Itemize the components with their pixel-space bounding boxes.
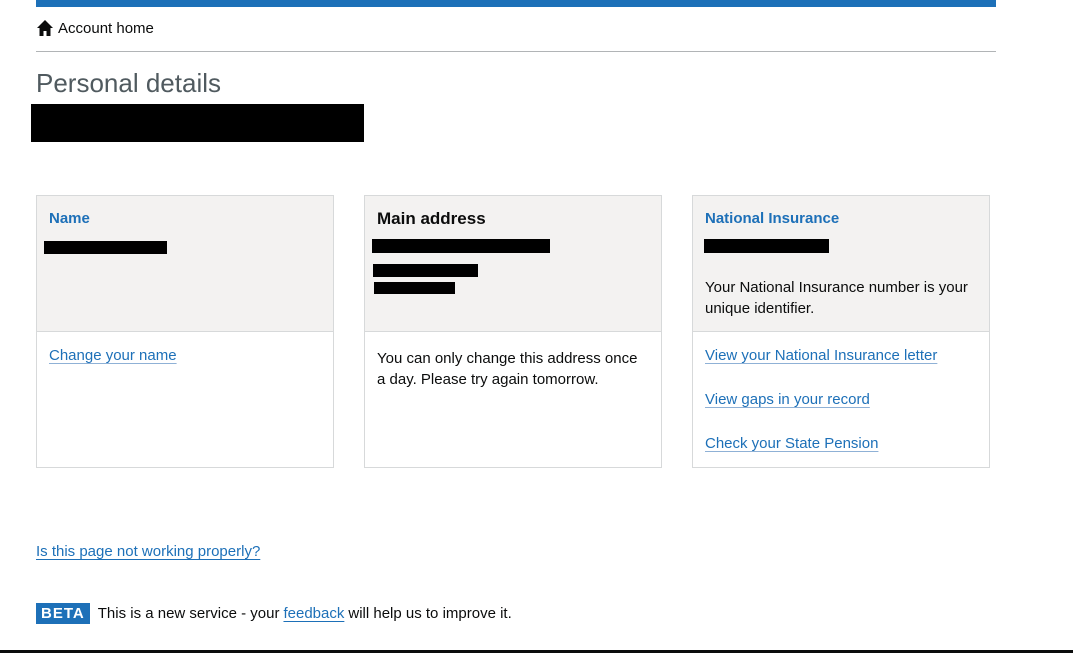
change-name-link[interactable]: Change your name (49, 346, 177, 366)
address-card: Main address You can only change this ad… (364, 195, 662, 468)
redacted-name-value (44, 241, 167, 254)
ni-description: Your National Insurance number is your u… (705, 279, 968, 317)
redacted-full-name (31, 104, 364, 142)
report-problem-link[interactable]: Is this page not working properly? (36, 542, 260, 562)
redacted-ni-number (704, 239, 829, 253)
redacted-address-line-3 (374, 282, 455, 294)
ni-card-heading-link[interactable]: National Insurance (705, 209, 839, 229)
view-ni-letter-link[interactable]: View your National Insurance letter (705, 346, 937, 366)
address-change-notice: You can only change this address once a … (377, 350, 638, 388)
home-icon (36, 19, 54, 37)
name-card-summary: Name (37, 196, 333, 332)
redacted-address-line-1 (372, 239, 550, 253)
name-card-heading-link[interactable]: Name (49, 209, 90, 229)
ni-card-summary: National Insurance Your National Insuran… (693, 196, 989, 332)
redacted-address-line-2 (373, 264, 478, 277)
breadcrumb-label: Account home (58, 19, 154, 37)
beta-tag: BETA (36, 603, 90, 624)
view-record-gaps-link[interactable]: View gaps in your record (705, 390, 870, 410)
national-insurance-card: National Insurance Your National Insuran… (692, 195, 990, 468)
feedback-link[interactable]: feedback (283, 604, 344, 624)
divider (36, 51, 996, 52)
address-card-summary: Main address (365, 196, 661, 332)
header-bar (36, 0, 996, 7)
address-card-heading: Main address (377, 209, 486, 228)
breadcrumb-account-home[interactable]: Account home (36, 17, 154, 39)
name-card: Name Change your name (36, 195, 334, 468)
beta-text-after: will help us to improve it. (348, 604, 512, 622)
page-title: Personal details (36, 68, 221, 98)
beta-banner: BETA This is a new service - your feedba… (36, 603, 512, 624)
check-state-pension-link[interactable]: Check your State Pension (705, 434, 878, 454)
beta-text-before: This is a new service - your (97, 604, 280, 622)
